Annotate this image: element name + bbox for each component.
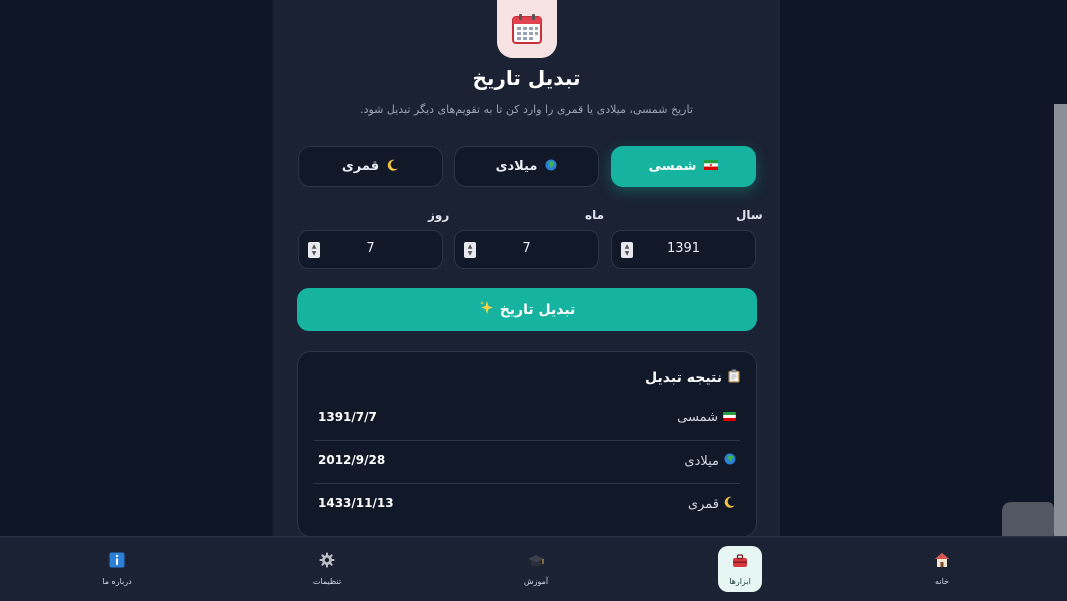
calendar-icon: [497, 0, 557, 58]
year-label: سال: [736, 208, 763, 222]
result-row-label: شمسی: [677, 410, 736, 425]
day-input[interactable]: 7 ▲ ▼: [298, 230, 443, 269]
iran-flag-icon: [704, 159, 719, 174]
result-row-label-text: میلادی: [684, 453, 719, 469]
result-row-value: 2012/9/28: [318, 453, 386, 467]
calendar-tab-label: قمری: [341, 159, 380, 174]
result-row-shamsi: شمسی 1391/7/7: [314, 398, 740, 441]
nav-label: تنظیمات: [312, 577, 342, 586]
nav-item-tools[interactable]: ابزارها: [705, 537, 775, 601]
nav-item-settings[interactable]: تنظیمات: [292, 537, 362, 601]
nav-item-home[interactable]: خانه: [907, 537, 977, 601]
result-title-text: نتیجه تبدیل: [645, 370, 722, 386]
page-subtitle: تاریخ شمسی، میلادی یا قمری را وارد کن تا…: [360, 103, 693, 116]
result-title: نتیجه تبدیل: [645, 369, 740, 387]
crescent-moon-icon: [724, 496, 736, 512]
year-stepper[interactable]: ▲ ▼: [621, 242, 633, 258]
month-stepper[interactable]: ▲ ▼: [464, 242, 476, 258]
result-row-label: میلادی: [684, 453, 736, 469]
clipboard-icon: [728, 369, 740, 387]
globe-icon: [545, 159, 557, 175]
iran-flag-icon: [723, 410, 736, 425]
calendar-tab-label: میلادی: [495, 159, 538, 174]
globe-icon: [724, 453, 736, 469]
month-input[interactable]: 7 ▲ ▼: [454, 230, 599, 269]
nav-item-about[interactable]: درباره ما: [82, 537, 152, 601]
day-value: 7: [366, 241, 375, 256]
result-row-miladi: میلادی 2012/9/28: [314, 441, 740, 484]
nav-label: درباره ما: [102, 577, 132, 586]
day-stepper[interactable]: ▲ ▼: [308, 242, 320, 258]
page-title: تبدیل تاریخ: [472, 66, 581, 90]
calendar-tab-shamsi[interactable]: شمسی: [611, 146, 756, 187]
nav-item-learning[interactable]: آموزش: [501, 537, 571, 601]
result-card: نتیجه تبدیل شمسی 1391/7/7 میلادی 2012/9/…: [297, 351, 757, 537]
month-value: 7: [522, 241, 531, 256]
info-icon: [109, 552, 125, 572]
home-icon: [934, 552, 950, 572]
convert-button-label: تبدیل تاریخ: [499, 301, 576, 318]
year-input[interactable]: 1391 ▲ ▼: [611, 230, 756, 269]
nav-label: خانه: [935, 577, 949, 586]
result-row-value: 1433/11/13: [318, 496, 394, 510]
result-row-label: قمری: [688, 496, 736, 512]
month-label: ماه: [585, 208, 605, 222]
result-row-value: 1391/7/7: [318, 410, 377, 424]
day-label: روز: [428, 208, 450, 222]
toolbox-icon: [732, 553, 748, 572]
calendar-tab-qamari[interactable]: قمری: [298, 146, 443, 187]
bottom-nav: خانه ابزارها آموزش تنظیمات درباره ما: [0, 536, 1067, 601]
nav-active-pill: ابزارها: [718, 546, 762, 592]
result-row-label-text: شمسی: [677, 410, 718, 425]
nav-label: ابزارها: [729, 576, 751, 586]
calendar-tab-label: شمسی: [648, 159, 697, 174]
graduation-cap-icon: [527, 553, 545, 572]
nav-label: آموزش: [523, 576, 549, 586]
calendar-tab-miladi[interactable]: میلادی: [454, 146, 599, 187]
sparkles-icon: [479, 300, 494, 319]
result-row-label-text: قمری: [687, 496, 719, 512]
convert-date-button[interactable]: تبدیل تاریخ: [297, 288, 757, 331]
result-row-qamari: قمری 1433/11/13: [314, 484, 740, 526]
gear-icon: [319, 552, 335, 572]
crescent-moon-icon: [387, 159, 399, 175]
year-value: 1391: [666, 241, 701, 256]
